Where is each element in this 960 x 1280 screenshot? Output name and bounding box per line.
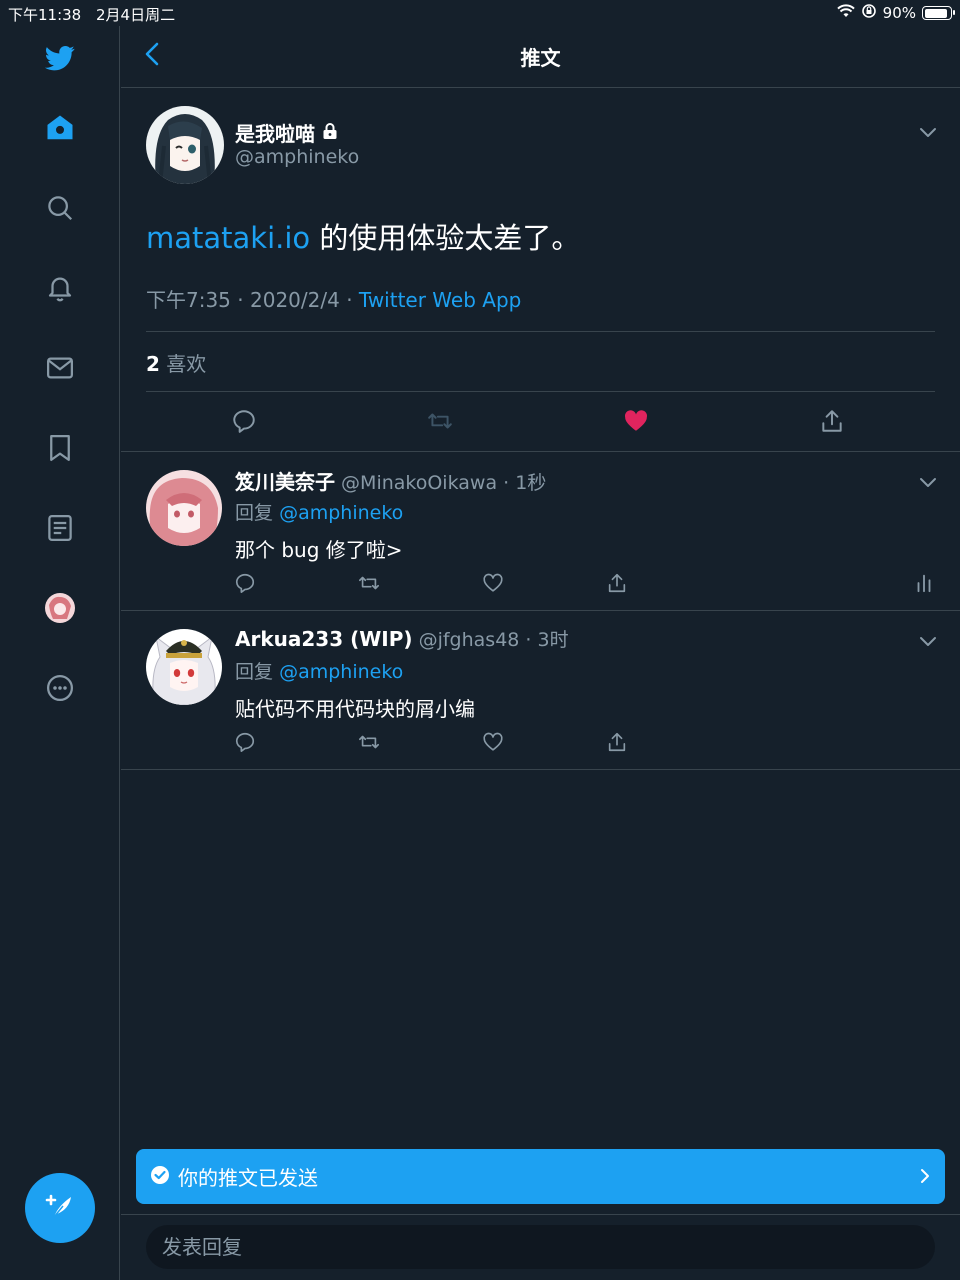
reply-author-name[interactable]: Arkua233 (WIP) xyxy=(235,627,413,651)
like-button[interactable] xyxy=(478,570,508,600)
status-time: 下午11:38 xyxy=(8,6,82,24)
tweet-text: 的使用体验太差了。 xyxy=(310,221,581,255)
reply-prefix: 回复 xyxy=(235,661,274,683)
reply-avatar[interactable] xyxy=(146,470,222,546)
reply-to-handle[interactable]: @amphineko xyxy=(279,502,403,524)
reply-to-line: 回复 @amphineko xyxy=(235,498,403,525)
chevron-right-icon xyxy=(919,1166,931,1190)
author-avatar[interactable] xyxy=(146,106,224,184)
reply-input[interactable] xyxy=(146,1225,935,1269)
reply-to-line: 回复 @amphineko xyxy=(235,657,403,684)
analytics-button[interactable] xyxy=(909,570,939,600)
battery-percent: 90% xyxy=(882,4,916,22)
profile-avatar[interactable] xyxy=(40,588,80,628)
chevron-down-icon[interactable] xyxy=(918,631,938,651)
reply-to-handle[interactable]: @amphineko xyxy=(279,661,403,683)
reply-button[interactable] xyxy=(227,406,261,440)
lock-icon xyxy=(321,121,339,145)
reply-icon xyxy=(231,408,257,438)
check-circle-icon xyxy=(150,1165,170,1189)
battery-fill xyxy=(924,8,947,18)
share-icon xyxy=(606,731,628,757)
reply-time: 1秒 xyxy=(515,472,547,494)
share-button[interactable] xyxy=(602,570,632,600)
retweet-button[interactable] xyxy=(354,729,384,759)
top-bar: 推文 xyxy=(121,26,960,88)
status-date: 2月4日周二 xyxy=(96,6,176,24)
main-tweet: 是我啦喵 @amphineko matataki.io 的使用体验太差了。 下午… xyxy=(121,88,960,452)
reply-time: 3时 xyxy=(537,629,569,651)
wifi-icon xyxy=(836,4,855,22)
author-name-row: 是我啦喵 xyxy=(235,118,339,147)
reply-tweet[interactable]: Arkua233 (WIP) @jfghas48 · 3时 回复 @amphin… xyxy=(121,611,960,770)
reply-button[interactable] xyxy=(230,729,260,759)
reply-avatar[interactable] xyxy=(146,629,222,705)
battery-icon xyxy=(922,6,955,20)
share-icon xyxy=(606,572,628,598)
like-button[interactable] xyxy=(478,729,508,759)
like-button[interactable] xyxy=(619,406,653,440)
more-icon[interactable] xyxy=(40,668,80,708)
author-name[interactable]: 是我啦喵 xyxy=(235,118,315,147)
author-handle[interactable]: @amphineko xyxy=(235,146,359,168)
likes-count-row[interactable]: 2 喜欢 xyxy=(146,348,206,377)
reply-button[interactable] xyxy=(230,570,260,600)
toast-message: 你的推文已发送 xyxy=(178,1166,318,1190)
retweet-icon xyxy=(358,572,380,598)
bookmark-icon[interactable] xyxy=(40,428,80,468)
divider xyxy=(146,391,935,392)
main-column: 推文 是我啦喵 @amphineko matataki.io 的使用体验太差了。… xyxy=(121,26,960,1280)
likes-count: 2 xyxy=(146,352,160,376)
orientation-lock-icon xyxy=(861,3,877,23)
compose-button[interactable] xyxy=(25,1173,95,1243)
retweet-icon xyxy=(358,731,380,757)
chevron-down-icon[interactable] xyxy=(918,472,938,492)
retweet-icon xyxy=(427,408,453,438)
reply-tweet[interactable]: 笈川美奈子 @MinakoOikawa · 1秒 回复 @amphineko 那… xyxy=(121,452,960,611)
sidebar xyxy=(0,26,120,1280)
twitter-logo-icon[interactable] xyxy=(40,38,80,78)
reply-text: 那个 bug 修了啦> xyxy=(235,538,403,562)
list-icon[interactable] xyxy=(40,508,80,548)
chevron-down-icon[interactable] xyxy=(918,122,938,142)
reply-author-handle[interactable]: @jfghas48 xyxy=(419,629,520,651)
heart-filled-icon xyxy=(623,408,649,438)
tweet-link[interactable]: matataki.io xyxy=(146,221,310,255)
meta-separator: · xyxy=(237,288,244,312)
likes-label: 喜欢 xyxy=(166,352,207,376)
home-icon[interactable] xyxy=(40,108,80,148)
analytics-icon xyxy=(913,572,935,598)
tweet-sent-toast[interactable]: 你的推文已发送 xyxy=(136,1149,945,1204)
retweet-button[interactable] xyxy=(354,570,384,600)
tweet-date: 2020/2/4 xyxy=(250,288,340,312)
reply-prefix: 回复 xyxy=(235,502,274,524)
share-button[interactable] xyxy=(815,406,849,440)
share-icon xyxy=(819,408,845,438)
reply-header: Arkua233 (WIP) @jfghas48 · 3时 xyxy=(235,627,569,651)
status-bar: 下午11:38 2月4日周二 90% xyxy=(0,0,960,26)
tweet-time: 下午7:35 xyxy=(146,288,231,312)
compose-feather-icon xyxy=(43,1189,77,1227)
divider xyxy=(146,331,935,332)
reply-header: 笈川美奈子 @MinakoOikawa · 1秒 xyxy=(235,470,547,494)
reply-icon xyxy=(234,572,256,598)
search-icon[interactable] xyxy=(40,188,80,228)
page-title: 推文 xyxy=(520,46,561,70)
heart-icon xyxy=(482,731,504,757)
meta-separator: · xyxy=(346,288,353,312)
share-button[interactable] xyxy=(602,729,632,759)
reply-author-name[interactable]: 笈川美奈子 xyxy=(235,470,335,494)
reply-icon xyxy=(234,731,256,757)
bell-icon[interactable] xyxy=(40,268,80,308)
reply-compose-bar xyxy=(121,1214,960,1280)
mail-icon[interactable] xyxy=(40,348,80,388)
heart-icon xyxy=(482,572,504,598)
retweet-button[interactable] xyxy=(423,406,457,440)
tweet-body: matataki.io 的使用体验太差了。 xyxy=(146,218,580,258)
tweet-source[interactable]: Twitter Web App xyxy=(359,288,521,312)
tweet-meta: 下午7:35 · 2020/2/4 · Twitter Web App xyxy=(146,284,521,313)
reply-author-handle[interactable]: @MinakoOikawa xyxy=(341,472,497,494)
reply-text: 贴代码不用代码块的屑小编 xyxy=(235,697,475,721)
